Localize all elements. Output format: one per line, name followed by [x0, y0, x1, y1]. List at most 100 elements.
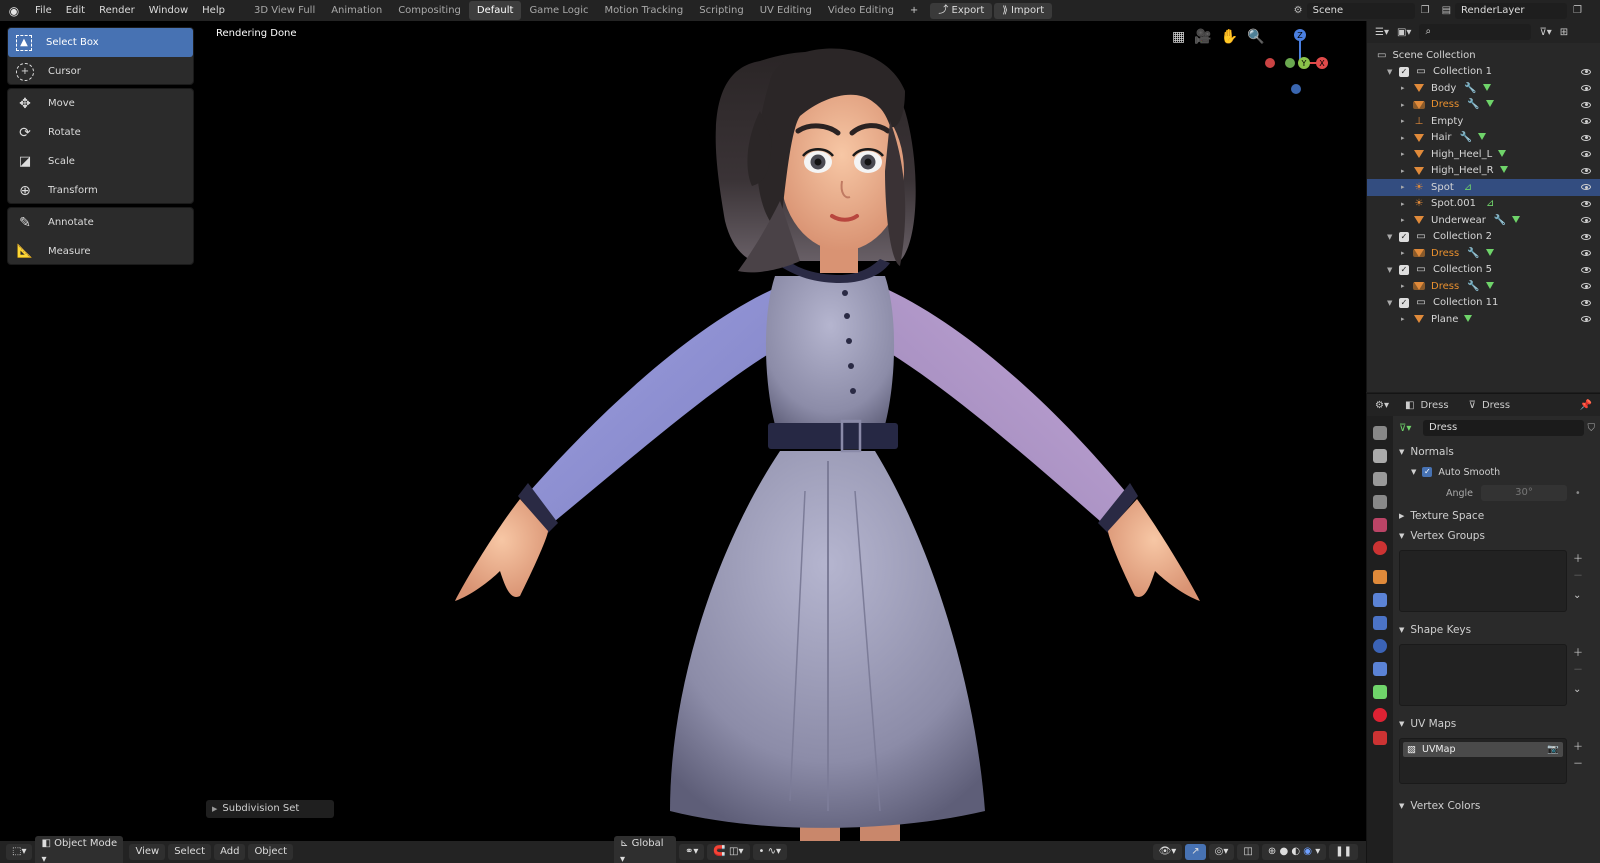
tab-physics-icon[interactable]	[1373, 639, 1387, 653]
mesh-data-icon[interactable]	[1478, 132, 1486, 143]
gizmo-neg-x-icon[interactable]	[1265, 58, 1275, 68]
visibility-eye-icon[interactable]	[1581, 250, 1591, 257]
tab-game-logic[interactable]: Game Logic	[521, 1, 596, 20]
proportional-edit-button[interactable]: • ∿▾	[752, 844, 788, 860]
visibility-eye-icon[interactable]	[1581, 134, 1591, 141]
tab-data-icon[interactable]	[1373, 685, 1387, 699]
pivot-button[interactable]: ⚭▾	[679, 844, 705, 860]
tool-select-box[interactable]: ▲ Select Box	[8, 28, 193, 57]
modifier-wrench-icon[interactable]: 🔧	[1467, 99, 1479, 110]
collapse-arrow-icon[interactable]: ▸	[1401, 134, 1413, 142]
collapse-arrow-icon[interactable]: ▸	[1401, 200, 1413, 208]
vertex-groups-list[interactable]	[1399, 550, 1567, 612]
active-render-camera-icon[interactable]: 📷	[1547, 744, 1559, 755]
uv-map-item[interactable]: ▨ UVMap 📷	[1403, 742, 1563, 757]
tool-cursor[interactable]: + Cursor	[8, 57, 193, 86]
3d-viewport[interactable]: Rendering Done ▲ Select Box + Cursor ✥ M…	[0, 21, 1366, 850]
outliner-row-dress[interactable]: ▸ Dress 🔧	[1367, 278, 1600, 295]
gizmo-toggle-button[interactable]: ↗	[1185, 844, 1206, 860]
orientation-selector[interactable]: ⊾ Global ▾	[614, 836, 677, 863]
remove-shape-key-button[interactable]: －	[1573, 661, 1583, 676]
expand-arrow-icon[interactable]: ▼	[1387, 233, 1399, 241]
visibility-eye-icon[interactable]	[1581, 151, 1591, 158]
exclude-checkbox[interactable]: ✓	[1399, 264, 1409, 275]
add-uv-map-button[interactable]: ＋	[1573, 738, 1583, 753]
menu-add[interactable]: Add	[214, 844, 246, 860]
outliner-scene-collection[interactable]: ▭ Scene Collection	[1367, 47, 1600, 64]
tool-annotate[interactable]: ✎ Annotate	[8, 208, 193, 237]
pause-render-button[interactable]: ❚❚	[1329, 844, 1358, 860]
mesh-browse-icon[interactable]: ⊽▾	[1399, 423, 1423, 434]
editor-type-button[interactable]: ⬚▾	[6, 844, 33, 860]
auto-smooth-checkbox[interactable]: ✓	[1422, 467, 1433, 477]
pan-hand-icon[interactable]: ✋	[1221, 29, 1238, 45]
outliner-type-icon[interactable]: ☰▾	[1375, 27, 1389, 38]
scene-copy-icon[interactable]: ❐	[1421, 5, 1430, 16]
keyframe-dot-icon[interactable]: •	[1575, 488, 1581, 499]
tab-view-layer-icon[interactable]	[1373, 495, 1387, 509]
tab-material-icon[interactable]	[1373, 708, 1387, 722]
import-button[interactable]: ⟫ Import	[994, 2, 1053, 19]
outliner-row-underwear[interactable]: ▸ Underwear 🔧	[1367, 212, 1600, 229]
fake-user-icon[interactable]: ⛉	[1588, 423, 1596, 434]
properties-type-icon[interactable]: ⚙▾	[1375, 400, 1389, 411]
modifier-wrench-icon[interactable]: 🔧	[1464, 83, 1476, 94]
shape-keys-list[interactable]	[1399, 644, 1567, 706]
menu-select[interactable]: Select	[168, 844, 212, 860]
collapse-arrow-icon[interactable]: ▸	[1401, 282, 1413, 290]
outliner-row-hair[interactable]: ▸ Hair 🔧	[1367, 130, 1600, 147]
axis-gizmo[interactable]: Z Y X	[1260, 23, 1340, 103]
collapse-arrow-icon[interactable]: ▸	[1401, 84, 1413, 92]
visibility-eye-icon[interactable]	[1581, 68, 1591, 75]
grid-toggle-icon[interactable]: ▦	[1172, 29, 1185, 45]
tab-render-icon[interactable]	[1373, 449, 1387, 463]
visibility-eye-icon[interactable]	[1581, 85, 1591, 92]
modifier-wrench-icon[interactable]: 🔧	[1494, 215, 1506, 226]
render-layer-selector[interactable]: RenderLayer	[1455, 2, 1568, 19]
section-shape-keys[interactable]: ▼ Shape Keys	[1399, 620, 1595, 640]
light-data-icon[interactable]: ⊿	[1464, 182, 1472, 193]
xray-button[interactable]: ◫	[1237, 844, 1259, 860]
tab-animation[interactable]: Animation	[323, 1, 390, 20]
outliner-row-spot[interactable]: ▸ ☀ Spot ⊿	[1367, 179, 1600, 196]
collapse-arrow-icon[interactable]: ▸	[1401, 167, 1413, 175]
tab-default[interactable]: Default	[468, 1, 522, 20]
collapse-arrow-icon[interactable]: ▸	[1401, 101, 1413, 109]
tab-object-icon[interactable]	[1373, 570, 1387, 584]
wireframe-shading-icon[interactable]: ⊕	[1268, 846, 1276, 857]
scene-selector[interactable]: Scene	[1306, 2, 1415, 19]
outliner-row-dress[interactable]: ▸ Dress 🔧	[1367, 97, 1600, 114]
mesh-data-icon[interactable]	[1485, 281, 1494, 292]
outliner-row-plane[interactable]: ▸ Plane	[1367, 311, 1600, 328]
tool-transform[interactable]: ⊕ Transform	[8, 176, 193, 205]
menu-object[interactable]: Object	[248, 844, 294, 860]
visibility-eye-icon[interactable]	[1581, 266, 1591, 273]
tab-scene-icon[interactable]	[1373, 518, 1387, 532]
modifier-wrench-icon[interactable]: 🔧	[1467, 248, 1479, 259]
material-shading-icon[interactable]: ◐	[1291, 846, 1300, 857]
modifier-wrench-icon[interactable]: 🔧	[1467, 281, 1479, 292]
visibility-eye-icon[interactable]	[1581, 217, 1591, 224]
visibility-eye-icon[interactable]	[1581, 101, 1591, 108]
mesh-data-icon[interactable]	[1512, 215, 1521, 226]
tab-modifiers-icon[interactable]	[1373, 593, 1387, 607]
exclude-checkbox[interactable]: ✓	[1399, 297, 1409, 308]
mesh-name-field[interactable]: Dress	[1423, 420, 1584, 436]
tab-uv-editing[interactable]: UV Editing	[752, 1, 820, 20]
render-layer-copy-icon[interactable]: ❐	[1573, 5, 1582, 16]
mode-selector[interactable]: ◧ Object Mode ▾	[35, 836, 124, 863]
new-collection-icon[interactable]: ⊞	[1560, 27, 1568, 38]
outliner-row-collection-5[interactable]: ▼ ✓ ▭ Collection 5	[1367, 262, 1600, 279]
collapse-arrow-icon[interactable]: ▸	[1401, 315, 1413, 323]
section-texture-space[interactable]: ▶ Texture Space	[1399, 506, 1595, 526]
expand-arrow-icon[interactable]: ▼	[1387, 68, 1399, 76]
auto-smooth-row[interactable]: ▼ ✓ Auto Smooth	[1399, 462, 1595, 482]
render-layer-icon[interactable]: ▤	[1442, 5, 1451, 16]
visibility-button[interactable]: 👁▾	[1152, 844, 1183, 860]
pin-icon[interactable]: 📌	[1580, 400, 1592, 411]
menu-edit[interactable]: Edit	[59, 1, 92, 20]
tab-scripting[interactable]: Scripting	[691, 1, 751, 20]
tab-world-icon[interactable]	[1373, 541, 1387, 555]
visibility-eye-icon[interactable]	[1581, 283, 1591, 290]
tab-output-icon[interactable]	[1373, 472, 1387, 486]
